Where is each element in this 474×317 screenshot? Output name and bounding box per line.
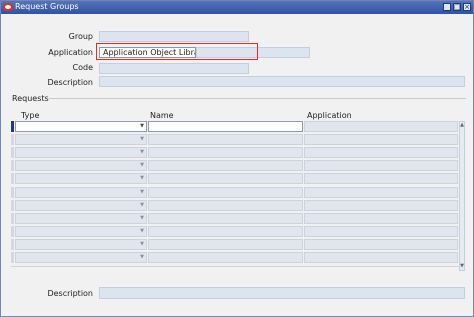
application-cell[interactable] xyxy=(304,200,458,211)
name-cell[interactable] xyxy=(148,239,303,250)
code-label: Code xyxy=(72,63,93,72)
row-indicator[interactable] xyxy=(11,147,14,158)
application-cell[interactable] xyxy=(304,252,458,263)
row-indicator[interactable] xyxy=(11,134,14,145)
highlight-box xyxy=(96,43,258,60)
description-field[interactable] xyxy=(99,76,465,87)
row-indicator[interactable] xyxy=(11,121,14,132)
type-cell[interactable] xyxy=(15,200,147,211)
type-cell[interactable] xyxy=(15,213,147,224)
minimize-icon[interactable]: _ xyxy=(443,3,451,11)
chevron-down-icon[interactable]: ▼ xyxy=(139,188,145,197)
row-indicator[interactable] xyxy=(11,187,14,198)
footer-description-label: Description xyxy=(47,289,93,298)
name-cell[interactable] xyxy=(148,200,303,211)
chevron-down-icon[interactable]: ▼ xyxy=(139,201,145,210)
chevron-down-icon[interactable]: ▼ xyxy=(139,214,145,223)
name-cell[interactable] xyxy=(148,121,303,132)
table-bottom-border xyxy=(11,266,459,271)
type-cell[interactable] xyxy=(15,252,147,263)
row-indicator[interactable] xyxy=(11,213,14,224)
application-cell[interactable] xyxy=(304,134,458,145)
application-label: Application xyxy=(48,48,93,57)
row-indicator[interactable] xyxy=(11,252,14,263)
vertical-scrollbar[interactable]: ▲ ▼ xyxy=(459,121,465,271)
application-cell[interactable] xyxy=(304,187,458,198)
oracle-logo-icon xyxy=(3,3,13,11)
name-cell[interactable] xyxy=(148,213,303,224)
name-cell[interactable] xyxy=(148,226,303,237)
name-cell[interactable] xyxy=(148,147,303,158)
type-cell[interactable] xyxy=(15,239,147,250)
maximize-icon[interactable]: □ xyxy=(453,3,461,11)
application-cell[interactable] xyxy=(304,226,458,237)
chevron-down-icon[interactable]: ▼ xyxy=(139,148,145,157)
group-field[interactable] xyxy=(99,31,249,42)
type-cell[interactable] xyxy=(15,121,147,132)
close-icon[interactable]: × xyxy=(463,3,471,11)
type-cell[interactable] xyxy=(15,160,147,171)
scroll-down-icon[interactable]: ▼ xyxy=(460,263,464,269)
name-cell[interactable] xyxy=(148,160,303,171)
application-cell[interactable] xyxy=(304,213,458,224)
chevron-down-icon[interactable]: ▼ xyxy=(139,253,145,262)
type-cell[interactable] xyxy=(15,187,147,198)
name-cell[interactable] xyxy=(148,134,303,145)
footer-description-field[interactable] xyxy=(99,287,465,299)
application-cell[interactable] xyxy=(304,160,458,171)
type-cell[interactable] xyxy=(15,173,147,184)
group-label: Group xyxy=(68,32,93,41)
name-cell[interactable] xyxy=(148,187,303,198)
row-indicator[interactable] xyxy=(11,226,14,237)
window-titlebar: Request Groups _ □ × xyxy=(1,1,473,14)
row-indicator[interactable] xyxy=(11,173,14,184)
type-cell[interactable] xyxy=(15,226,147,237)
chevron-down-icon[interactable]: ▼ xyxy=(139,240,145,249)
code-field[interactable] xyxy=(99,63,249,74)
name-cell[interactable] xyxy=(148,173,303,184)
name-column-header: Name xyxy=(150,111,174,120)
row-indicator[interactable] xyxy=(11,200,14,211)
section-divider xyxy=(49,98,466,99)
application-column-header: Application xyxy=(307,111,352,120)
name-cell[interactable] xyxy=(148,252,303,263)
chevron-down-icon[interactable]: ▼ xyxy=(139,135,145,144)
application-cell[interactable] xyxy=(304,173,458,184)
scroll-up-icon[interactable]: ▲ xyxy=(460,122,464,128)
chevron-down-icon[interactable]: ▼ xyxy=(139,174,145,183)
application-cell[interactable] xyxy=(304,121,458,132)
chevron-down-icon[interactable]: ▼ xyxy=(139,122,145,131)
row-indicator[interactable] xyxy=(11,160,14,171)
chevron-down-icon[interactable]: ▼ xyxy=(139,161,145,170)
request-groups-window: Request Groups _ □ × Group Application A… xyxy=(0,0,474,317)
requests-section-title: Requests xyxy=(12,94,49,103)
row-indicator[interactable] xyxy=(11,239,14,250)
description-label: Description xyxy=(47,78,93,87)
window-title: Request Groups xyxy=(15,2,79,11)
type-column-header: Type xyxy=(21,111,40,120)
application-cell[interactable] xyxy=(304,147,458,158)
application-cell[interactable] xyxy=(304,239,458,250)
type-cell[interactable] xyxy=(15,134,147,145)
type-cell[interactable] xyxy=(15,147,147,158)
chevron-down-icon[interactable]: ▼ xyxy=(139,227,145,236)
